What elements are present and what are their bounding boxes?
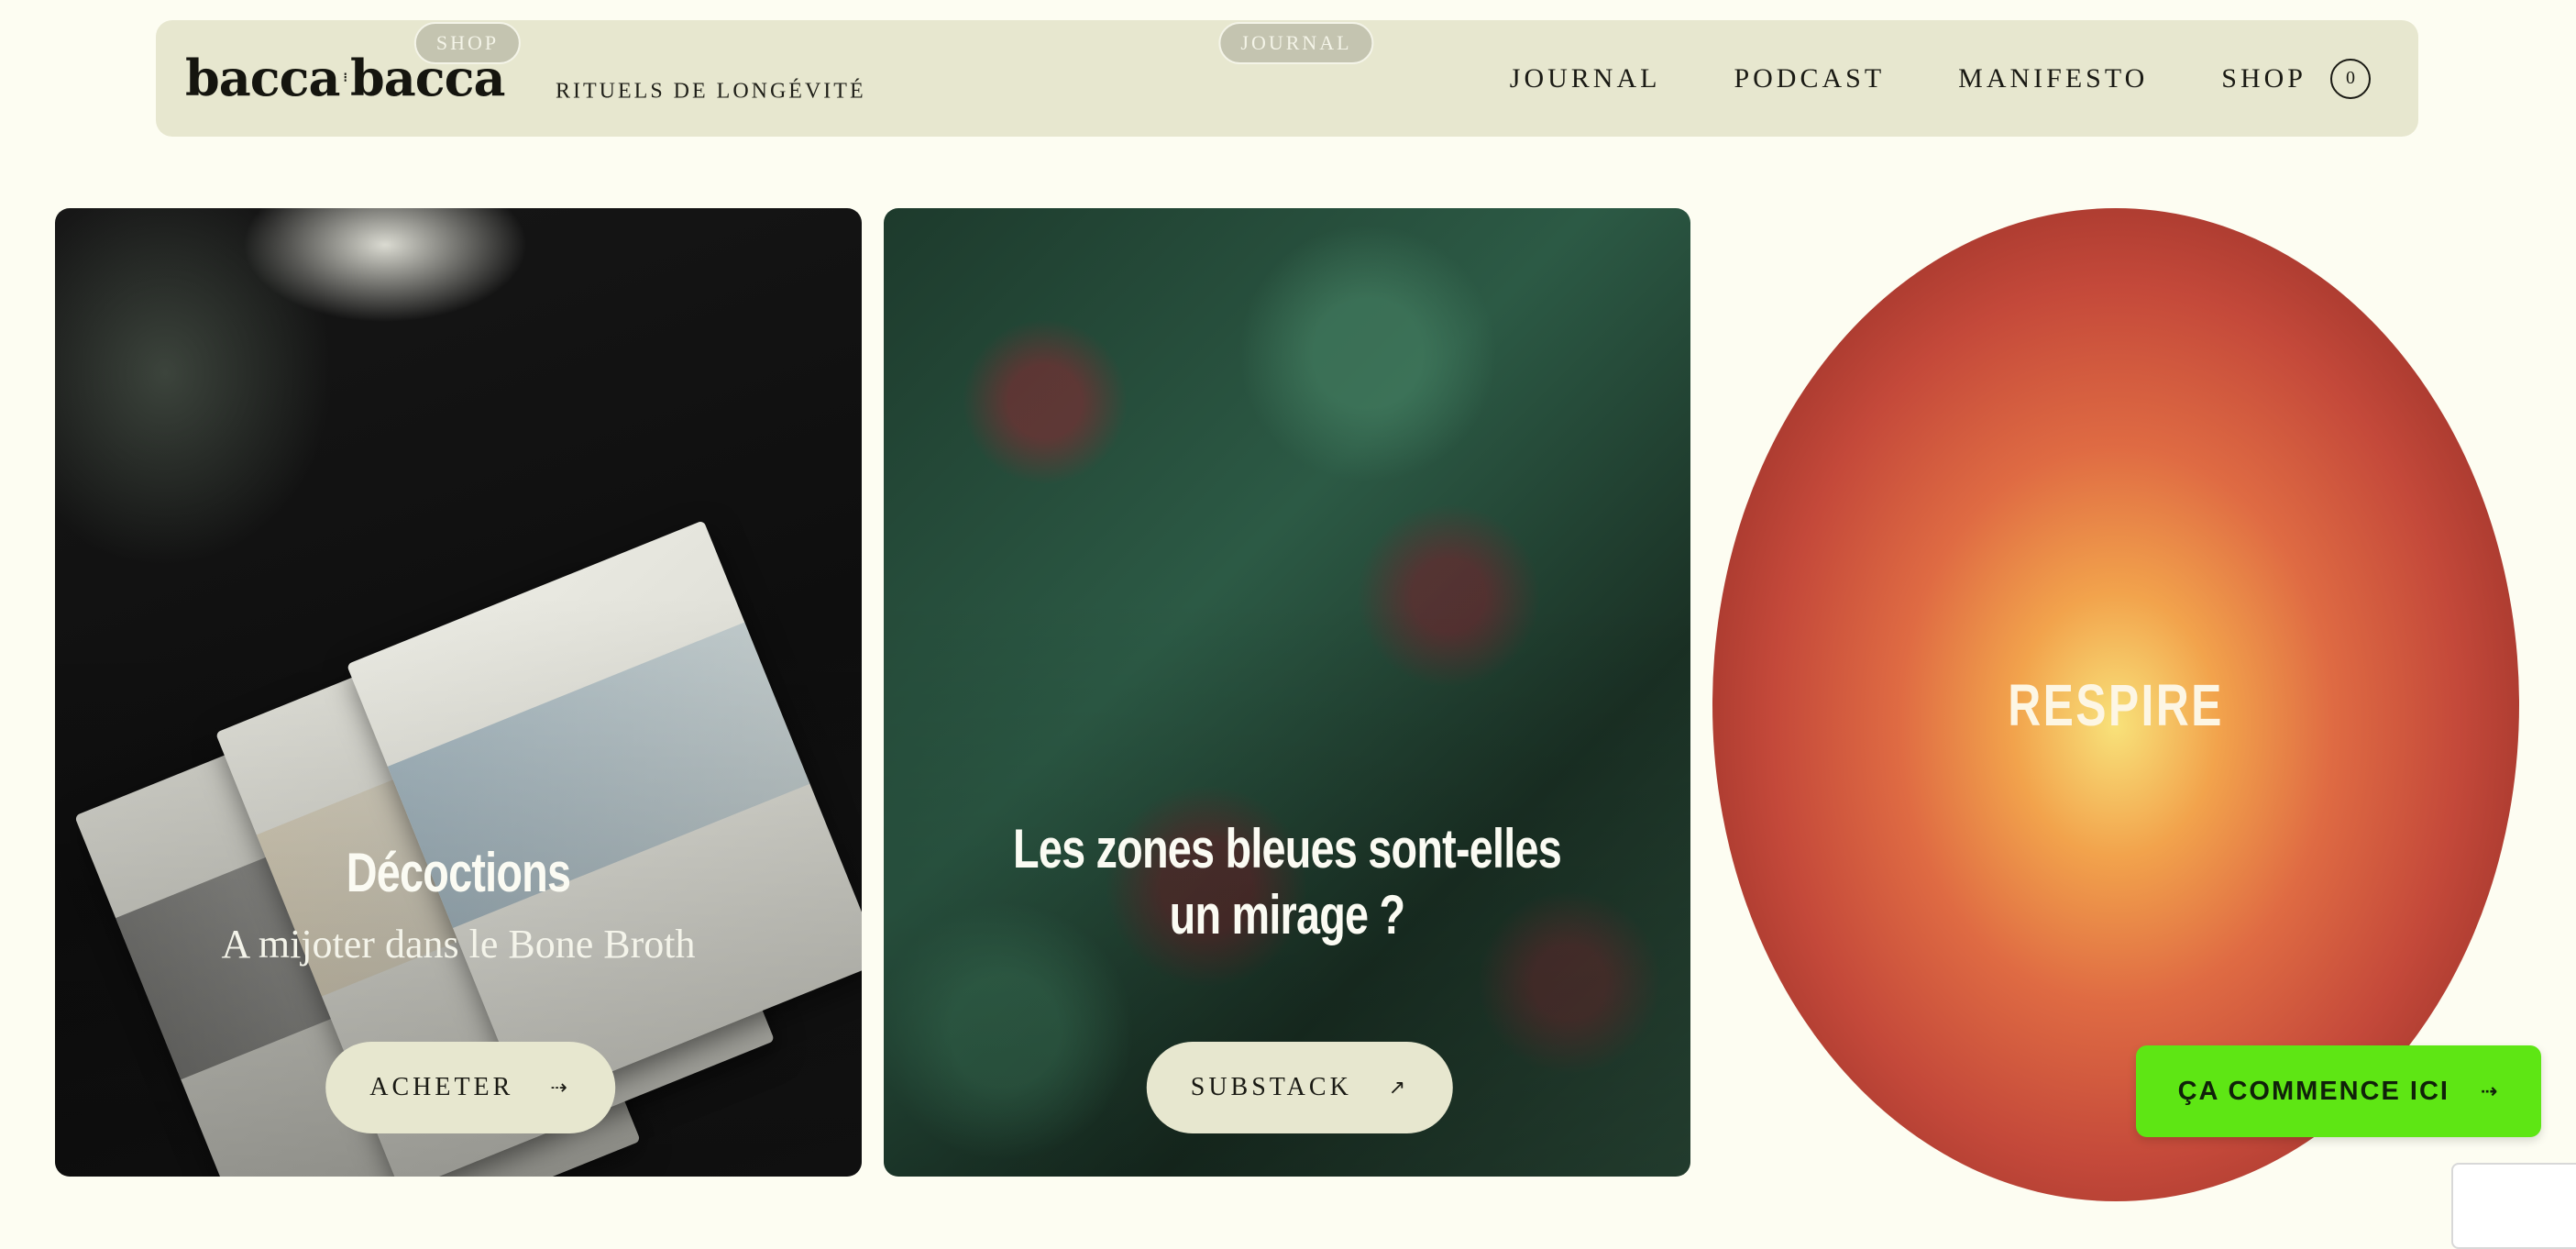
main-nav: JOURNAL PODCAST MANIFESTO SHOP 0	[1437, 20, 2371, 137]
arrow-right-icon: ⇢	[550, 1076, 571, 1100]
site-tagline: RITUELS DE LONGÉVITÉ	[556, 79, 866, 104]
start-here-label: ÇA COMMENCE ICI	[2177, 1076, 2449, 1106]
buy-button[interactable]: ACHETER ⇢	[325, 1042, 615, 1133]
arrow-up-right-icon: ↗	[1388, 1076, 1410, 1100]
arrow-right-icon: ⇢	[2480, 1079, 2500, 1103]
start-here-button[interactable]: ÇA COMMENCE ICI ⇢	[2136, 1045, 2541, 1137]
corner-widget[interactable]	[2451, 1163, 2576, 1249]
journal-card[interactable]	[884, 208, 1690, 1177]
logo-left: bacca	[185, 49, 340, 107]
shop-card-title: Décoctions	[346, 842, 571, 903]
breathe-label: RESPIRE	[2008, 671, 2224, 738]
journal-category-tag: JOURNAL	[1218, 22, 1374, 64]
substack-button[interactable]: SUBSTACK ↗	[1146, 1042, 1454, 1133]
cart-count-badge[interactable]: 0	[2330, 58, 2371, 99]
nav-shop[interactable]: SHOP	[2221, 63, 2306, 94]
nav-manifesto[interactable]: MANIFESTO	[1958, 63, 2148, 94]
shop-card-subtitle: A mijoter dans le Bone Broth	[221, 922, 696, 967]
shop-category-tag: SHOP	[413, 22, 522, 64]
shop-card[interactable]	[55, 208, 862, 1177]
nav-podcast[interactable]: PODCAST	[1734, 63, 1885, 94]
nav-journal[interactable]: JOURNAL	[1510, 63, 1661, 94]
buy-button-label: ACHETER	[369, 1073, 514, 1101]
substack-button-label: SUBSTACK	[1190, 1073, 1352, 1101]
journal-card-title: Les zones bleues sont-elles un mirage ?	[1013, 818, 1562, 945]
logo-separator: ⁝	[343, 71, 348, 85]
